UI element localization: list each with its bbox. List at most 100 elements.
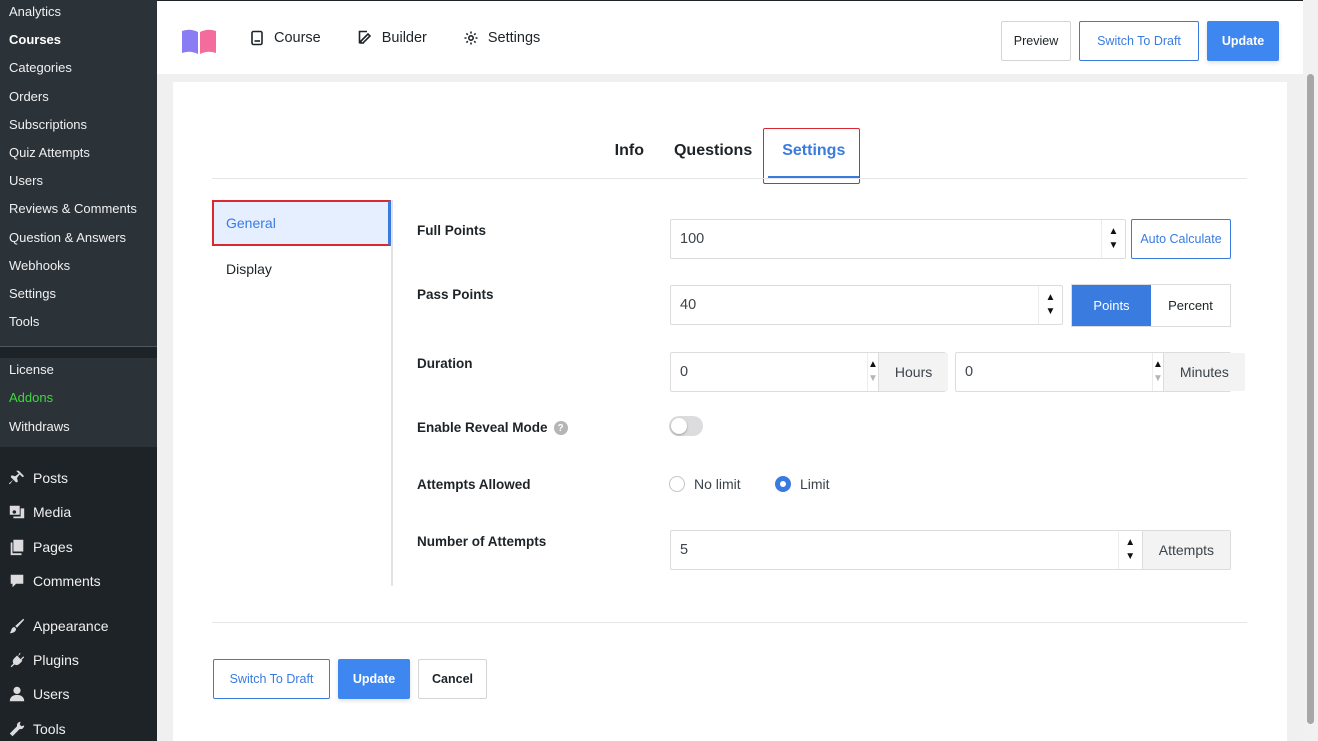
subnav-display[interactable]: Display	[212, 246, 391, 292]
submenu-item-reviews[interactable]: Reviews & Comments	[0, 197, 157, 225]
duration-hours-input[interactable]	[671, 364, 867, 380]
unit-points-option[interactable]: Points	[1072, 285, 1151, 326]
footer-cancel-button[interactable]: Cancel	[418, 659, 487, 699]
caret-down-icon[interactable]: ▼	[1046, 305, 1056, 319]
hours-stepper[interactable]: ▲ ▼	[867, 353, 878, 391]
preview-button[interactable]: Preview	[1001, 21, 1071, 61]
minutes-stepper[interactable]: ▲ ▼	[1152, 353, 1163, 391]
pass-points-input[interactable]	[671, 297, 1038, 313]
caret-up-icon[interactable]: ▲	[868, 358, 878, 372]
menu-item-label: Media	[33, 504, 72, 521]
duration-minutes-field: ▲ ▼ Minutes	[955, 352, 1245, 392]
menu-item-comments[interactable]: Comments	[0, 564, 157, 598]
menu-item-media[interactable]: Media	[0, 495, 157, 529]
attempts-stepper[interactable]: ▲ ▼	[1117, 531, 1142, 569]
help-icon[interactable]: ?	[553, 421, 568, 436]
menu-item-label: Tools	[33, 720, 66, 737]
radio-no-limit[interactable]: No limit	[669, 476, 741, 492]
nav-settings[interactable]: Settings	[463, 30, 540, 46]
duration-hours-field: ▲ ▼ Hours	[670, 352, 949, 392]
submenu-item-tools[interactable]: Tools	[0, 310, 157, 338]
submenu-divider	[0, 346, 157, 348]
nav-course[interactable]: Course	[249, 30, 321, 46]
nav-label: Builder	[381, 30, 427, 46]
menu-item-label: Posts	[33, 470, 69, 486]
submenu-item-orders[interactable]: Orders	[0, 85, 157, 113]
submenu-item-license[interactable]: License	[0, 358, 157, 386]
menu-item-label: Appearance	[33, 617, 109, 634]
tab-questions[interactable]: Questions	[660, 128, 766, 178]
nav-label: Course	[274, 30, 321, 46]
menu-gap	[0, 598, 157, 608]
toggle-knob	[671, 418, 687, 434]
full-points-label: Full Points	[417, 223, 486, 238]
submenu-item-categories[interactable]: Categories	[0, 56, 157, 84]
submenu-item-settings[interactable]: Settings	[0, 282, 157, 310]
user-icon	[7, 684, 27, 704]
caret-up-icon[interactable]: ▲	[1046, 291, 1056, 305]
reveal-mode-toggle[interactable]	[669, 416, 703, 436]
menu-item-posts[interactable]: Posts	[0, 461, 157, 495]
subnav-general[interactable]: General	[212, 200, 391, 246]
menu-item-plugins[interactable]: Plugins	[0, 643, 157, 677]
submenu-item-quiz-attempts[interactable]: Quiz Attempts	[0, 141, 157, 169]
submenu-item-withdraws[interactable]: Withdraws	[0, 415, 157, 443]
footer-update-button[interactable]: Update	[338, 659, 410, 699]
menu-item-users[interactable]: Users	[0, 677, 157, 711]
switch-to-draft-button[interactable]: Switch To Draft	[1079, 21, 1199, 61]
caret-down-icon[interactable]: ▼	[868, 372, 878, 386]
scrollbar-thumb[interactable]	[1307, 74, 1314, 724]
pass-points-field: ▲ ▼	[670, 285, 1063, 325]
footer-switch-to-draft-button[interactable]: Switch To Draft	[213, 659, 330, 699]
minutes-suffix: Minutes	[1162, 353, 1245, 391]
menu-item-label: Comments	[33, 573, 101, 590]
menu-item-label: Pages	[33, 538, 73, 555]
tab-info[interactable]: Info	[601, 128, 658, 178]
book-icon	[251, 30, 263, 46]
menu-item-label: Users	[33, 686, 70, 703]
radio-limit[interactable]: Limit	[775, 476, 830, 492]
caret-down-icon[interactable]: ▼	[1125, 550, 1135, 564]
duration-minutes-input[interactable]	[956, 364, 1152, 380]
caret-up-icon[interactable]: ▲	[1125, 536, 1135, 550]
plug-icon	[7, 650, 27, 670]
submenu-item-subscriptions[interactable]: Subscriptions	[0, 113, 157, 141]
builder-header: Course Builder Settings Preview Switch T…	[157, 0, 1303, 74]
radio-circle-selected[interactable]	[775, 476, 791, 492]
nav-builder[interactable]: Builder	[357, 30, 427, 46]
submenu-item-users[interactable]: Users	[0, 169, 157, 197]
unit-percent-option[interactable]: Percent	[1151, 285, 1230, 326]
submenu-item-addons[interactable]: Addons	[0, 386, 157, 414]
reveal-mode-label-row: Enable Reveal Mode?	[417, 420, 568, 436]
attempts-suffix: Attempts	[1141, 531, 1230, 569]
quiz-settings-card: Info Questions Settings General Display …	[173, 82, 1287, 741]
pass-points-stepper[interactable]: ▲ ▼	[1038, 286, 1062, 324]
attempts-input[interactable]	[671, 542, 1118, 558]
caret-down-icon[interactable]: ▼	[1153, 372, 1163, 386]
update-button[interactable]: Update	[1207, 21, 1279, 61]
pages-icon	[7, 537, 27, 557]
submenu-item-analytics[interactable]: Analytics	[0, 0, 157, 28]
number-of-attempts-label: Number of Attempts	[417, 534, 547, 549]
page-scrollbar[interactable]	[1303, 0, 1318, 741]
attempts-field: ▲ ▼ Attempts	[670, 530, 1231, 570]
menu-item-appearance[interactable]: Appearance	[0, 608, 157, 642]
radio-circle[interactable]	[669, 476, 685, 492]
full-points-stepper[interactable]: ▲ ▼	[1101, 220, 1125, 258]
submenu-item-qa[interactable]: Question & Answers	[0, 226, 157, 254]
auto-calculate-button[interactable]: Auto Calculate	[1131, 219, 1231, 259]
caret-up-icon[interactable]: ▲	[1109, 225, 1119, 239]
attempts-allowed-label: Attempts Allowed	[417, 477, 531, 492]
edit-icon	[358, 30, 371, 44]
menu-item-pages[interactable]: Pages	[0, 530, 157, 564]
full-points-input[interactable]	[671, 231, 1101, 247]
nav-label: Settings	[487, 30, 541, 46]
caret-up-icon[interactable]: ▲	[1153, 358, 1163, 372]
submenu-item-webhooks[interactable]: Webhooks	[0, 254, 157, 282]
comment-icon	[7, 571, 27, 591]
caret-down-icon[interactable]: ▼	[1109, 239, 1119, 253]
brush-icon	[7, 616, 27, 636]
tab-settings[interactable]: Settings	[768, 128, 860, 178]
menu-item-tools[interactable]: Tools	[0, 712, 157, 741]
submenu-item-courses[interactable]: Courses	[0, 28, 157, 56]
